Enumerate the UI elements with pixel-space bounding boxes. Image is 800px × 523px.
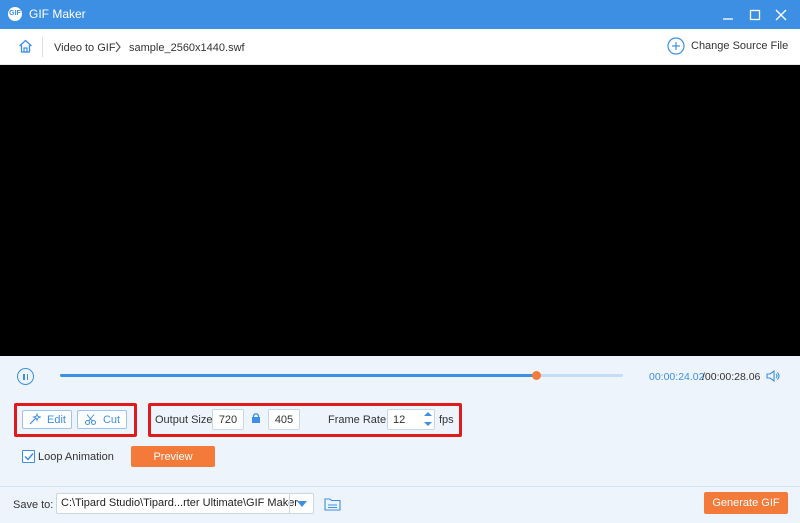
divider xyxy=(42,37,43,57)
chevron-right-icon xyxy=(115,41,121,53)
timeline-progress xyxy=(60,374,537,377)
save-path-text: C:\Tipard Studio\Tipard...rter Ultimate\… xyxy=(61,497,298,509)
volume-icon[interactable] xyxy=(766,369,780,383)
generate-gif-button[interactable]: Generate GIF xyxy=(704,492,788,514)
minimize-button[interactable] xyxy=(716,0,740,29)
breadcrumb: Video to GIF sample_2560x1440.swf Change… xyxy=(0,29,800,65)
checkmark-icon xyxy=(23,453,34,461)
maximize-icon xyxy=(749,9,761,20)
stepper-arrows-icon[interactable] xyxy=(423,410,433,428)
change-source-file-button[interactable]: Change Source File xyxy=(667,37,788,55)
timeline-slider[interactable] xyxy=(60,371,623,380)
pause-button[interactable] xyxy=(17,368,34,385)
frame-rate-label: Frame Rate: xyxy=(328,414,390,426)
minimize-icon xyxy=(723,17,733,20)
magic-wand-icon xyxy=(29,413,42,425)
chevron-down-icon xyxy=(296,500,307,507)
fps-unit-label: fps xyxy=(439,414,454,426)
edit-button[interactable]: Edit xyxy=(22,410,72,429)
edit-label: Edit xyxy=(47,413,66,426)
scissors-icon xyxy=(84,414,96,425)
output-size-label: Output Size: xyxy=(155,414,216,426)
home-icon[interactable] xyxy=(18,39,33,53)
lock-icon[interactable] xyxy=(251,412,261,424)
cut-button[interactable]: Cut xyxy=(77,410,127,429)
loop-animation-checkbox[interactable] xyxy=(22,450,35,463)
output-width-input[interactable]: 720 xyxy=(212,409,244,430)
save-path-dropdown[interactable] xyxy=(289,494,313,513)
loop-animation-label[interactable]: Loop Animation xyxy=(38,451,114,463)
change-source-label: Change Source File xyxy=(691,40,789,52)
title-bar: GIF GIF Maker xyxy=(0,0,800,29)
breadcrumb-video-to-gif[interactable]: Video to GIF xyxy=(54,42,116,54)
window-title: GIF Maker xyxy=(29,7,86,21)
preview-button[interactable]: Preview xyxy=(131,446,215,467)
close-button[interactable] xyxy=(769,0,793,29)
timeline-thumb[interactable] xyxy=(532,371,542,380)
app-logo-icon: GIF xyxy=(8,7,22,21)
save-to-label: Save to: xyxy=(13,499,54,511)
output-height-input[interactable]: 405 xyxy=(268,409,300,430)
current-time: 00:00:24.02 xyxy=(649,371,705,383)
maximize-button[interactable] xyxy=(743,0,767,29)
video-preview[interactable] xyxy=(0,65,800,356)
add-circle-icon xyxy=(667,37,685,55)
breadcrumb-file-name: sample_2560x1440.swf xyxy=(129,42,245,54)
close-icon xyxy=(775,9,787,20)
folder-icon xyxy=(323,497,341,511)
open-folder-button[interactable] xyxy=(322,494,342,513)
total-time: /00:00:28.06 xyxy=(702,371,761,383)
pause-icon xyxy=(23,373,25,380)
cut-label: Cut xyxy=(102,413,121,426)
